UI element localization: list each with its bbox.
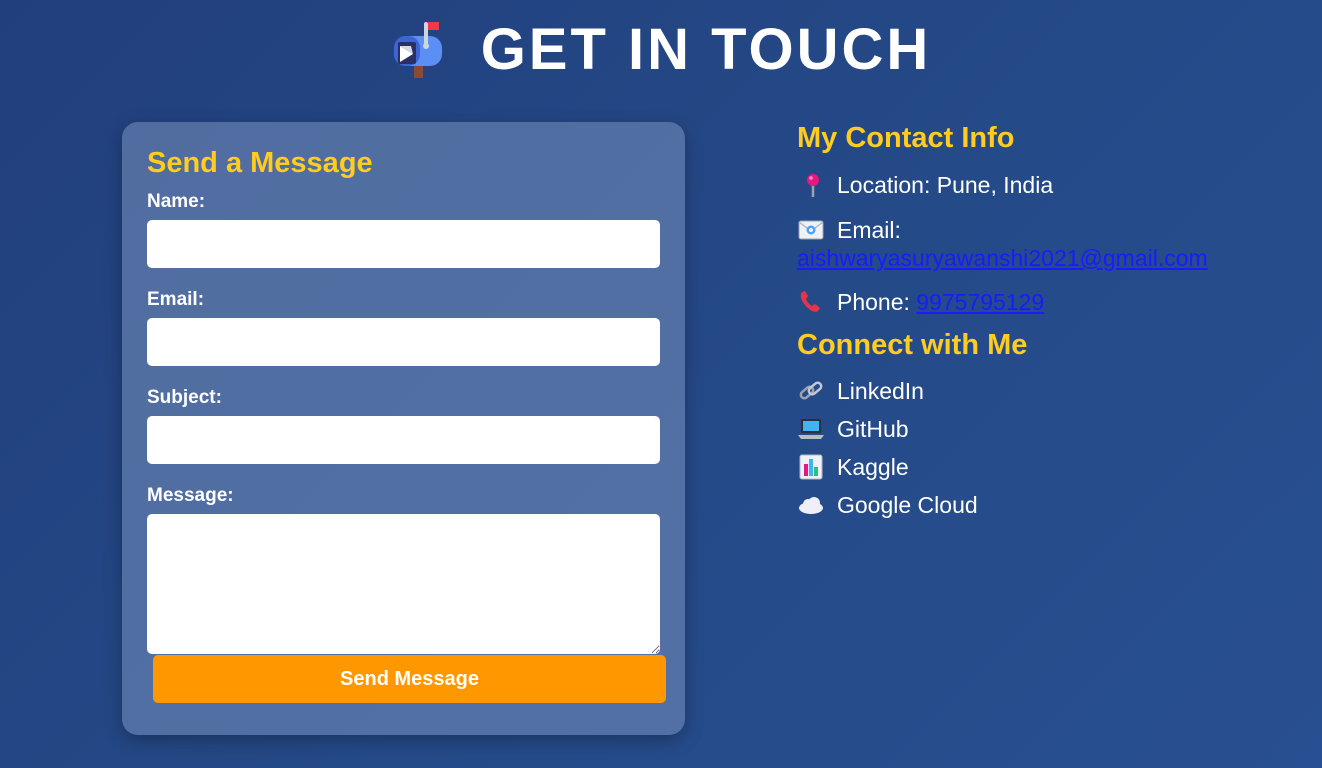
email-label: Email: [147,289,205,310]
message-label: Message: [147,485,234,506]
github-link[interactable]: GitHub [797,415,1297,443]
name-input[interactable] [147,220,660,268]
phone-label-text: Phone: [837,289,910,315]
form-title: Send a Message [147,147,373,179]
cloud-icon [799,497,823,514]
linkedin-label: LinkedIn [837,378,924,404]
linkedin-link[interactable]: LinkedIn [797,377,1297,405]
laptop-icon [798,419,824,439]
send-message-button[interactable]: Send Message [153,655,666,703]
social-links-list: LinkedIn GitHub Kaggle Google Cloud [797,377,1297,519]
email-line: Email: aishwaryasuryawanshi2021@gmail.co… [797,216,1297,272]
link-icon [799,381,823,400]
google-cloud-label: Google Cloud [837,492,978,518]
phone-link[interactable]: 9975795129 [916,289,1044,315]
subject-input[interactable] [147,416,660,464]
email-label-text: Email: [837,217,901,243]
contact-info-title: My Contact Info [797,122,1015,154]
bar-chart-icon [799,454,823,480]
page-title: GET IN TOUCH [480,17,932,82]
subject-label: Subject: [147,387,222,408]
connect-title: Connect with Me [797,329,1028,361]
google-cloud-link[interactable]: Google Cloud [797,491,1297,519]
email-input[interactable] [147,318,660,366]
contact-form-card: Send a Message Name: Email: Subject: Mes… [122,122,685,735]
telephone-receiver-icon [800,291,820,312]
email-link[interactable]: aishwaryasuryawanshi2021@gmail.com [797,245,1208,271]
location-text: Location: Pune, India [837,172,1054,198]
message-textarea[interactable] [147,514,660,654]
mailbox-with-flag-icon [393,22,442,78]
email-envelope-icon [798,220,824,240]
location-line: Location: Pune, India [797,171,1297,199]
kaggle-link[interactable]: Kaggle [797,453,1297,481]
kaggle-label: Kaggle [837,454,909,480]
pushpin-icon [807,174,819,197]
name-label: Name: [147,191,206,212]
phone-line: Phone: 9975795129 [797,288,1297,316]
page-header: GET IN TOUCH [0,14,1322,86]
github-label: GitHub [837,416,909,442]
contact-info-section: My Contact Info Location: Pune, India Em… [797,120,1297,519]
